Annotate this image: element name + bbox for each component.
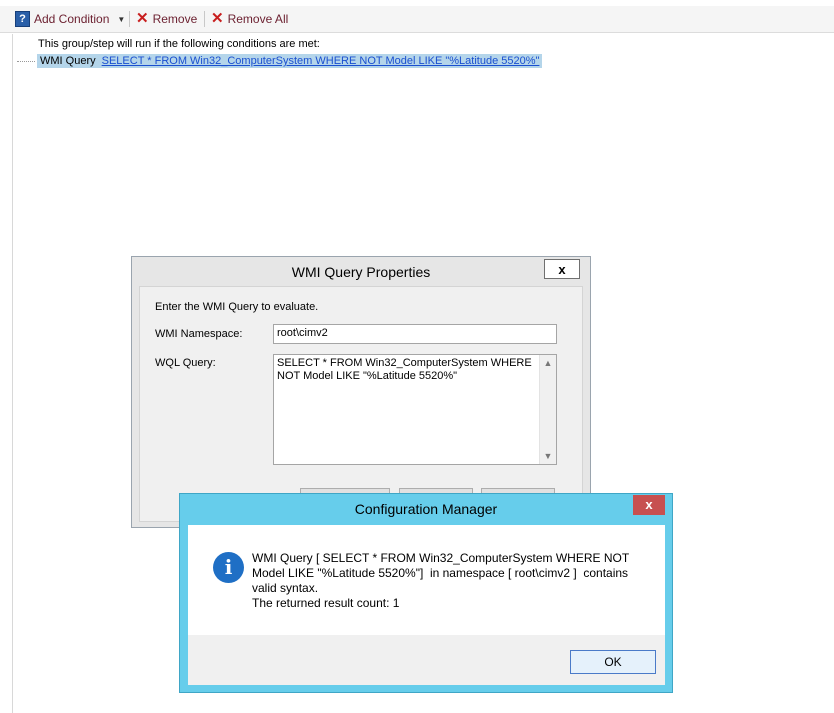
dialog-body: Enter the WMI Query to evaluate. WMI Nam… xyxy=(139,286,583,522)
toolbar-separator xyxy=(204,11,205,27)
configuration-manager-dialog: Configuration Manager x i WMI Query [ SE… xyxy=(179,493,673,693)
wql-query-textarea[interactable]: SELECT * FROM Win32_ComputerSystem WHERE… xyxy=(273,354,557,465)
message-area: i WMI Query [ SELECT * FROM Win32_Comput… xyxy=(188,525,665,635)
wql-query-label: WQL Query: xyxy=(155,357,216,369)
toolbar: ? Add Condition ▼ ✕ Remove ✕ Remove All xyxy=(0,0,834,34)
remove-button[interactable]: ✕ Remove xyxy=(136,10,197,28)
chevron-down-icon[interactable]: ▼ xyxy=(117,15,125,24)
intro-text: Enter the WMI Query to evaluate. xyxy=(155,301,319,313)
remove-all-button[interactable]: ✕ Remove All xyxy=(211,10,288,28)
wql-query-text: SELECT * FROM Win32_ComputerSystem WHERE… xyxy=(277,357,535,382)
scroll-down-icon[interactable]: ▼ xyxy=(540,448,556,464)
remove-x-icon: ✕ xyxy=(136,10,149,27)
message-line: WMI Query [ SELECT * FROM Win32_Computer… xyxy=(252,551,630,565)
close-button[interactable]: x xyxy=(633,495,665,515)
condition-row[interactable]: WMI Query SELECT * FROM Win32_ComputerSy… xyxy=(17,54,543,68)
ok-button[interactable]: OK xyxy=(570,650,656,674)
message-text: WMI Query [ SELECT * FROM Win32_Computer… xyxy=(252,551,642,611)
condition-query-link[interactable]: SELECT * FROM Win32_ComputerSystem WHERE… xyxy=(102,54,540,68)
dialog-title: WMI Query Properties xyxy=(291,264,431,280)
remove-all-x-icon: ✕ xyxy=(211,10,224,27)
close-icon: x xyxy=(645,497,653,512)
toolbar-separator xyxy=(129,11,130,27)
wmi-query-properties-dialog: WMI Query Properties x Enter the WMI Que… xyxy=(131,256,591,528)
message-line: Model LIKE "%Latitude 5520%"] in namespa… xyxy=(252,566,629,580)
remove-all-label: Remove All xyxy=(227,12,289,26)
close-button[interactable]: x xyxy=(544,259,580,279)
tree-connector xyxy=(17,60,35,62)
condition-type: WMI Query xyxy=(40,55,96,67)
remove-label: Remove xyxy=(152,12,198,26)
add-condition-button[interactable]: ? Add Condition ▼ xyxy=(15,10,125,28)
add-condition-label: Add Condition xyxy=(34,12,110,26)
close-icon: x xyxy=(558,262,566,277)
message-line: The returned result count: 1 xyxy=(252,596,400,610)
condition-item-selected[interactable]: WMI Query SELECT * FROM Win32_ComputerSy… xyxy=(37,54,543,68)
namespace-input[interactable]: root\cimv2 xyxy=(273,324,557,344)
message-line: valid syntax. xyxy=(252,581,319,595)
namespace-label: WMI Namespace: xyxy=(155,328,243,340)
button-area: OK xyxy=(188,635,665,685)
conditions-header: This group/step will run if the followin… xyxy=(38,38,320,50)
scroll-up-icon[interactable]: ▲ xyxy=(540,355,556,371)
dialog-title: Configuration Manager xyxy=(354,501,498,517)
info-icon: i xyxy=(213,552,244,583)
help-icon: ? xyxy=(15,11,30,27)
vertical-scrollbar[interactable]: ▲ ▼ xyxy=(539,355,556,464)
